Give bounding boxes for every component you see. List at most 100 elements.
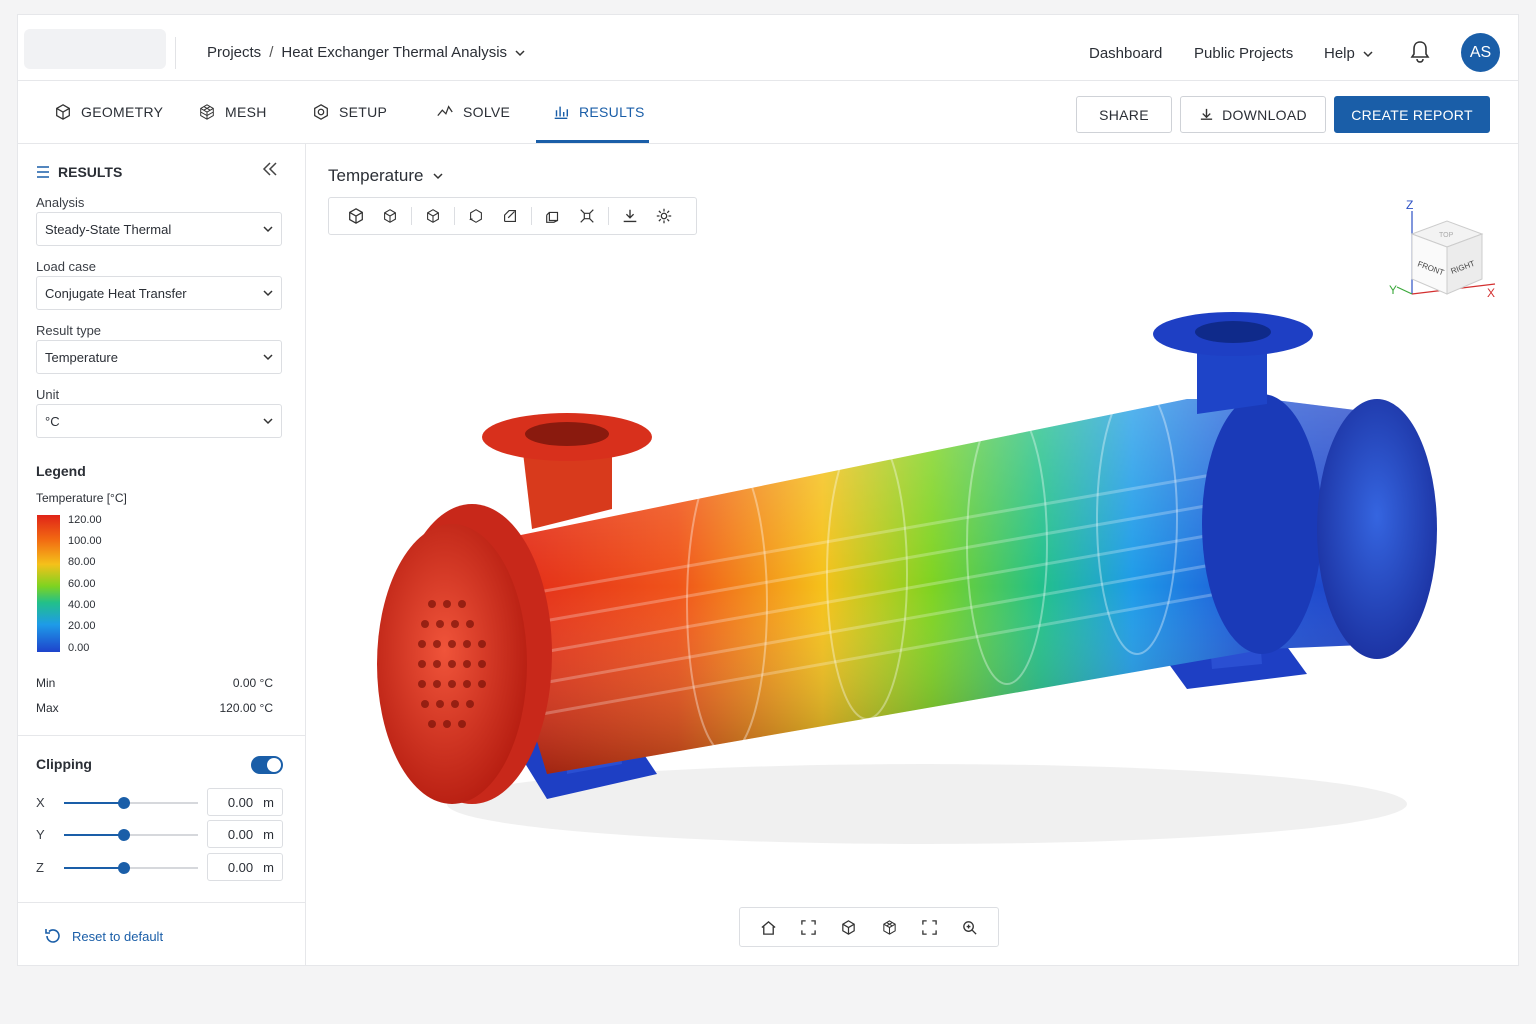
setup-icon — [314, 104, 328, 120]
transform-button[interactable] — [493, 198, 527, 234]
axis-y-line — [1396, 286, 1413, 295]
rotate-button[interactable] — [459, 198, 493, 234]
slider-handle[interactable] — [118, 797, 131, 809]
active-tab-indicator — [536, 140, 649, 143]
mesh-icon[interactable] — [881, 919, 898, 936]
clip-x-input[interactable]: 0.00 m — [207, 788, 283, 816]
breadcrumb-project[interactable]: Heat Exchanger Thermal Analysis — [281, 44, 507, 61]
view-solid-button[interactable] — [339, 198, 373, 234]
unit-select[interactable]: °C — [36, 404, 282, 438]
divider — [18, 902, 305, 903]
chevron-down-icon[interactable] — [515, 48, 525, 58]
legend-tick: 100.00 — [68, 535, 102, 547]
result-selector[interactable]: Temperature — [328, 166, 443, 186]
settings-button[interactable] — [647, 198, 681, 234]
tab-label: GEOMETRY — [81, 104, 164, 120]
divider — [454, 207, 455, 225]
unit-value: °C — [45, 413, 60, 429]
clip-z-input[interactable]: 0.00 m — [207, 853, 283, 881]
explode-button[interactable] — [570, 198, 604, 234]
legend-tick: 80.00 — [68, 556, 96, 568]
slider-handle[interactable] — [118, 862, 131, 874]
nav-help[interactable]: Help — [1324, 45, 1373, 62]
divider — [531, 207, 532, 225]
legend-tick: 60.00 — [68, 578, 96, 590]
clip-y-slider[interactable] — [64, 829, 198, 841]
tab-solve[interactable]: SOLVE — [436, 81, 510, 143]
reset-button[interactable]: Reset to default — [44, 927, 163, 945]
sidebar-header: RESULTS — [36, 164, 122, 180]
color-bar — [37, 515, 60, 652]
analysis-select[interactable]: Steady-State Thermal — [36, 212, 282, 246]
tab-label: MESH — [225, 104, 267, 120]
view-cube[interactable]: TOP FRONT RIGHT Z X Y — [1367, 199, 1497, 309]
view-iso-button[interactable] — [416, 198, 450, 234]
min-label: Min — [36, 676, 56, 690]
home-icon[interactable] — [760, 919, 777, 936]
divider — [18, 735, 305, 736]
create-report-button[interactable]: CREATE REPORT — [1334, 96, 1490, 133]
3d-viewport[interactable]: Temperature TOP FRONT RIGHT Z X Y — [307, 144, 1519, 966]
view-wireframe-button[interactable] — [373, 198, 407, 234]
fullscreen-icon[interactable] — [921, 919, 938, 936]
tab-geometry[interactable]: GEOMETRY — [54, 81, 163, 143]
section-button[interactable] — [536, 198, 570, 234]
nav-help-label: Help — [1324, 45, 1355, 62]
unit: m — [263, 794, 274, 810]
cube-outline-icon — [427, 209, 439, 223]
breadcrumb-separator: / — [269, 44, 274, 61]
result-type-value: Temperature — [45, 349, 118, 365]
breadcrumb-projects[interactable]: Projects — [207, 44, 261, 61]
clipping-toggle[interactable] — [251, 756, 283, 774]
download-button[interactable]: DOWNLOAD — [1180, 96, 1326, 133]
right-flange — [1202, 394, 1322, 654]
result-type-select[interactable]: Temperature — [36, 340, 282, 374]
rotate-icon — [469, 209, 482, 223]
bar-chart-icon — [554, 106, 569, 120]
clip-y-value: 0.00 — [227, 826, 254, 842]
max-label: Max — [36, 701, 59, 715]
tab-label: RESULTS — [579, 104, 645, 120]
divider — [608, 207, 609, 225]
legend-title: Legend — [36, 463, 86, 479]
tab-label: SETUP — [339, 104, 388, 120]
section-icon — [546, 211, 559, 223]
avatar[interactable]: AS — [1461, 33, 1500, 72]
tab-setup[interactable]: SETUP — [312, 81, 387, 143]
bell-icon[interactable] — [1409, 40, 1431, 64]
clip-x-slider[interactable] — [64, 797, 198, 809]
cube-outline-icon[interactable] — [840, 919, 857, 936]
tab-mesh[interactable]: MESH — [198, 81, 267, 143]
right-head-cap — [1317, 399, 1437, 659]
zoom-icon[interactable] — [961, 919, 978, 936]
unit-label: Unit — [36, 387, 60, 402]
unit: m — [263, 826, 274, 842]
legend-tick: 20.00 — [68, 620, 96, 632]
clip-z-slider[interactable] — [64, 862, 198, 874]
logo[interactable] — [24, 29, 166, 69]
explode-icon — [580, 209, 594, 223]
tab-results[interactable]: RESULTS — [552, 81, 645, 143]
clip-x-value: 0.00 — [227, 794, 254, 810]
legend-tick: 0.00 — [68, 642, 90, 654]
collapse-icon[interactable] — [262, 162, 278, 176]
menu-icon[interactable] — [36, 166, 50, 178]
clip-y-input[interactable]: 0.00 m — [207, 820, 283, 848]
unit: m — [263, 859, 274, 875]
max-value: 120.00 °C — [219, 701, 273, 715]
result-title: Temperature — [328, 166, 424, 185]
fit-view-icon[interactable] — [800, 919, 817, 936]
share-button[interactable]: SHARE — [1076, 96, 1172, 133]
mesh-icon — [200, 104, 214, 120]
load-case-select[interactable]: Conjugate Heat Transfer — [36, 276, 282, 310]
slider-fill — [64, 834, 125, 836]
nav-public-projects[interactable]: Public Projects — [1194, 45, 1293, 62]
result-type-label: Result type — [36, 323, 102, 338]
download-icon — [1200, 108, 1213, 120]
clip-y-label: Y — [36, 827, 45, 842]
legend-tick: 40.00 — [68, 599, 96, 611]
slider-handle[interactable] — [118, 829, 131, 841]
heat-exchanger-model[interactable] — [367, 304, 1467, 864]
nav-dashboard[interactable]: Dashboard — [1089, 45, 1162, 62]
export-button[interactable] — [613, 198, 647, 234]
